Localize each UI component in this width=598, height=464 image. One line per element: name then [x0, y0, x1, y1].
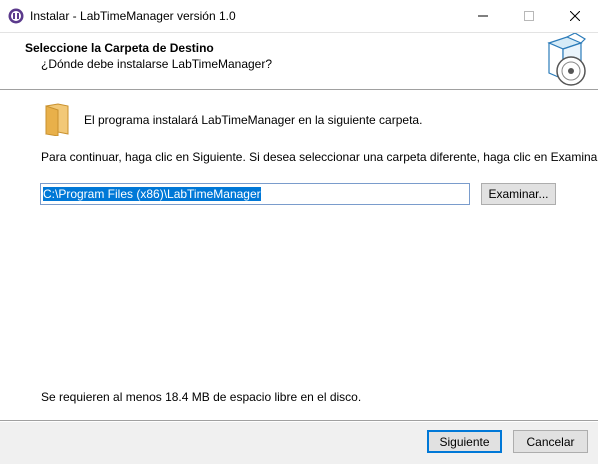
path-value: C:\Program Files (x86)\LabTimeManager — [43, 187, 261, 201]
installer-icon — [8, 8, 24, 24]
folder-icon — [45, 103, 69, 136]
close-button[interactable] — [552, 0, 598, 31]
installer-box-disc-icon — [547, 33, 586, 86]
cancel-button[interactable]: Cancelar — [513, 430, 588, 453]
page-subtitle: ¿Dónde debe instalarse LabTimeManager? — [41, 57, 273, 71]
browse-button[interactable]: Examinar... — [481, 183, 556, 205]
wizard-content: El programa instalará LabTimeManager en … — [0, 90, 598, 420]
instruction-text: Para continuar, haga clic en Siguiente. … — [41, 150, 598, 164]
minimize-button[interactable] — [460, 0, 506, 31]
page-title: Seleccione la Carpeta de Destino — [25, 41, 214, 55]
footer-divider-highlight — [0, 421, 598, 422]
minimize-icon — [478, 15, 488, 16]
maximize-button[interactable] — [506, 0, 552, 31]
next-button[interactable]: Siguiente — [427, 430, 502, 453]
intro-text: El programa instalará LabTimeManager en … — [84, 113, 423, 127]
window-title: Instalar - LabTimeManager versión 1.0 — [30, 9, 236, 23]
maximize-icon — [524, 10, 534, 21]
wizard-header: Seleccione la Carpeta de Destino ¿Dónde … — [0, 33, 598, 90]
destination-path-input[interactable]: C:\Program Files (x86)\LabTimeManager — [40, 183, 470, 205]
title-bar[interactable]: Instalar - LabTimeManager versión 1.0 — [0, 0, 598, 33]
space-required-text: Se requieren al menos 18.4 MB de espacio… — [41, 390, 362, 404]
close-icon — [570, 10, 580, 21]
